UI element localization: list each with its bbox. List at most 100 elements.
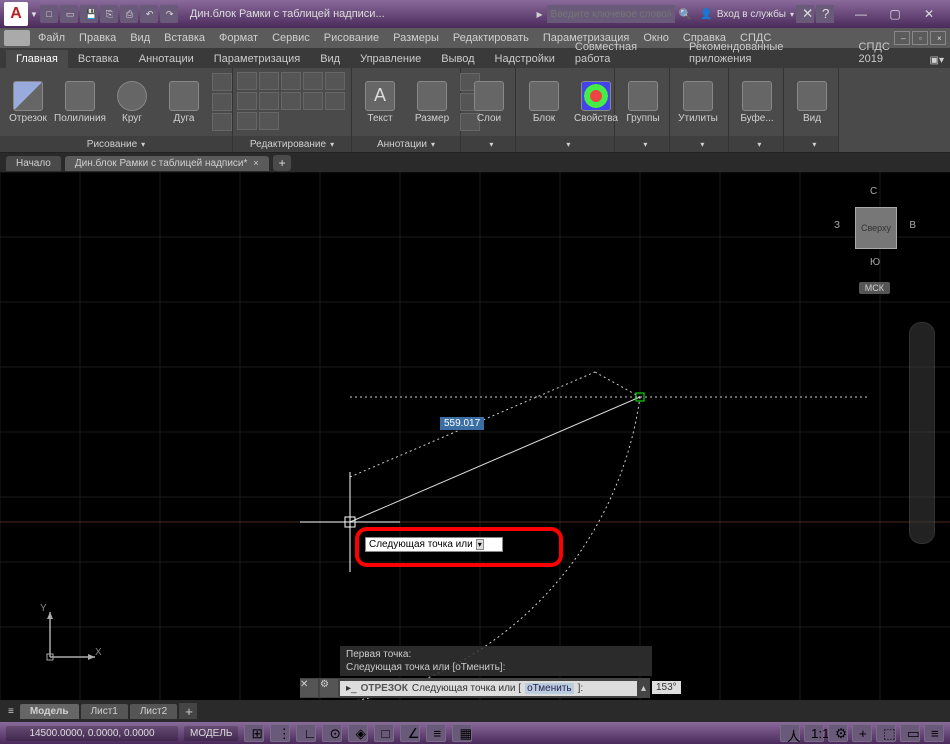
ribbon-tab-collab[interactable]: Совместная работа: [565, 38, 679, 68]
rotate-button[interactable]: [259, 72, 279, 90]
menu-insert[interactable]: Вставка: [158, 31, 211, 45]
menu-format[interactable]: Формат: [213, 31, 264, 45]
draw-extra-3[interactable]: [212, 113, 232, 131]
viewcube-east[interactable]: В: [909, 220, 916, 231]
maximize-button[interactable]: ▢: [878, 4, 912, 24]
layout-tab-add[interactable]: +: [179, 703, 197, 719]
utilities-button[interactable]: Утилиты: [674, 79, 722, 126]
qat-plot-icon[interactable]: ⎙: [120, 5, 138, 23]
layout-tab-2[interactable]: Лист2: [130, 704, 177, 719]
otrack-toggle[interactable]: ∠: [400, 724, 420, 742]
erase-button[interactable]: [303, 72, 323, 90]
menu-file[interactable]: Файл: [32, 31, 71, 45]
trim-button[interactable]: [281, 72, 301, 90]
quick-properties[interactable]: ▭: [900, 724, 920, 742]
cmdline-config-icon[interactable]: ⚙: [320, 679, 338, 697]
tab-close-icon[interactable]: ×: [253, 158, 258, 168]
draw-extra-1[interactable]: [212, 73, 232, 91]
dynamic-input[interactable]: Следующая точка или ▾: [365, 537, 503, 552]
copy-button[interactable]: [325, 72, 345, 90]
dimension-button[interactable]: Размер: [408, 79, 456, 126]
polyline-button[interactable]: Полилиния: [56, 79, 104, 126]
help-icon[interactable]: ?: [816, 5, 834, 23]
ribbon-minimize-icon[interactable]: ▣▾: [924, 53, 950, 68]
panel-modify-title[interactable]: Редактирование: [233, 136, 351, 152]
draw-extra-2[interactable]: [212, 93, 232, 111]
viewcube-face[interactable]: Сверху: [855, 207, 897, 249]
mirror-button[interactable]: [237, 92, 257, 110]
transparency-toggle[interactable]: ▦: [452, 724, 472, 742]
exchange-icon[interactable]: ✕: [796, 5, 814, 23]
search-input[interactable]: [547, 5, 675, 23]
units-toggle[interactable]: ⬚: [876, 724, 896, 742]
qat-open-icon[interactable]: ▭: [60, 5, 78, 23]
customize-status[interactable]: ≡: [924, 724, 944, 742]
snap-toggle[interactable]: ⋮⋮: [270, 724, 290, 742]
qat-undo-icon[interactable]: ↶: [140, 5, 158, 23]
ribbon-tab-home[interactable]: Главная: [6, 50, 68, 68]
app-menu-chevron-icon[interactable]: ▼: [30, 10, 38, 19]
menu-tools[interactable]: Сервис: [266, 31, 316, 45]
offset-button[interactable]: [259, 112, 279, 130]
status-mode[interactable]: МОДЕЛЬ: [184, 726, 238, 741]
file-tab-start[interactable]: Начало: [6, 156, 61, 171]
search-icon[interactable]: 🔍: [679, 8, 693, 21]
menu-dimensions[interactable]: Размеры: [387, 31, 445, 45]
drawing-canvas[interactable]: 559.017 Следующая точка или ▾ X Y С Ю В …: [0, 172, 950, 700]
text-button[interactable]: AТекст: [356, 79, 404, 126]
layout-tab-menu-icon[interactable]: ≡: [4, 706, 18, 717]
app-small-icon[interactable]: [4, 30, 30, 46]
ucs-icon[interactable]: X Y: [40, 607, 100, 670]
file-tab-doc[interactable]: Дин.блок Рамки с таблицей надписи*×: [65, 156, 269, 171]
viewcube-north[interactable]: С: [870, 186, 877, 197]
coordinate-display[interactable]: 14500.0000, 0.0000, 0.0000: [6, 726, 178, 741]
line-button[interactable]: Отрезок: [4, 79, 52, 126]
scale-button[interactable]: [325, 92, 345, 110]
grid-toggle[interactable]: ⊞: [244, 724, 264, 742]
panel-annotation-title[interactable]: Аннотации: [352, 136, 460, 152]
block-button[interactable]: Блок: [520, 79, 568, 126]
qat-saveas-icon[interactable]: ⎘: [100, 5, 118, 23]
ribbon-tab-manage[interactable]: Управление: [350, 50, 431, 68]
viewcube-west[interactable]: З: [834, 220, 840, 231]
search-chevron-icon[interactable]: ▶: [537, 10, 543, 19]
panel-view-title[interactable]: [784, 136, 838, 152]
minimize-button[interactable]: —: [844, 4, 878, 24]
move-button[interactable]: [237, 72, 257, 90]
qat-save-icon[interactable]: 💾: [80, 5, 98, 23]
mdi-close[interactable]: ×: [930, 31, 946, 45]
menu-edit[interactable]: Правка: [73, 31, 122, 45]
app-logo[interactable]: A: [4, 2, 28, 26]
circle-button[interactable]: Круг: [108, 79, 156, 126]
workspace-switch[interactable]: ⚙: [828, 724, 848, 742]
menu-draw[interactable]: Рисование: [318, 31, 385, 45]
layers-button[interactable]: Слои: [465, 79, 513, 126]
ribbon-tab-insert[interactable]: Вставка: [68, 50, 129, 68]
panel-clipboard-title[interactable]: [729, 136, 783, 152]
isoplane-toggle[interactable]: ◈: [348, 724, 368, 742]
ribbon-tab-output[interactable]: Вывод: [431, 50, 484, 68]
command-line[interactable]: ✕ ⚙ ▸_ ОТРЕЗОК Следующая точка или [ оТм…: [300, 678, 650, 698]
ribbon-tab-spds[interactable]: СПДС 2019: [849, 38, 924, 68]
lineweight-toggle[interactable]: ≡: [426, 724, 446, 742]
ribbon-tab-addins[interactable]: Надстройки: [485, 50, 565, 68]
command-input[interactable]: ▸_ ОТРЕЗОК Следующая точка или [ оТменит…: [340, 681, 637, 696]
panel-utilities-title[interactable]: [670, 136, 728, 152]
menu-modify[interactable]: Редактировать: [447, 31, 535, 45]
stretch-button[interactable]: [303, 92, 323, 110]
arc-button[interactable]: Дуга: [160, 79, 208, 126]
panel-layers-title[interactable]: [461, 136, 515, 152]
array-button[interactable]: [237, 112, 257, 130]
fillet-button[interactable]: [259, 92, 279, 110]
navigation-bar[interactable]: [909, 322, 935, 544]
cmd-option[interactable]: оТменить: [525, 683, 574, 694]
ribbon-tab-featured[interactable]: Рекомендованные приложения: [679, 38, 849, 68]
panel-draw-title[interactable]: Рисование: [0, 136, 232, 152]
annotation-monitor[interactable]: +: [852, 724, 872, 742]
model-tab[interactable]: Модель: [20, 704, 79, 719]
ribbon-tab-parametric[interactable]: Параметризация: [204, 50, 310, 68]
annoscale-toggle[interactable]: 人: [780, 724, 800, 742]
ortho-toggle[interactable]: ∟: [296, 724, 316, 742]
menu-view[interactable]: Вид: [124, 31, 156, 45]
panel-block-title[interactable]: [516, 136, 614, 152]
